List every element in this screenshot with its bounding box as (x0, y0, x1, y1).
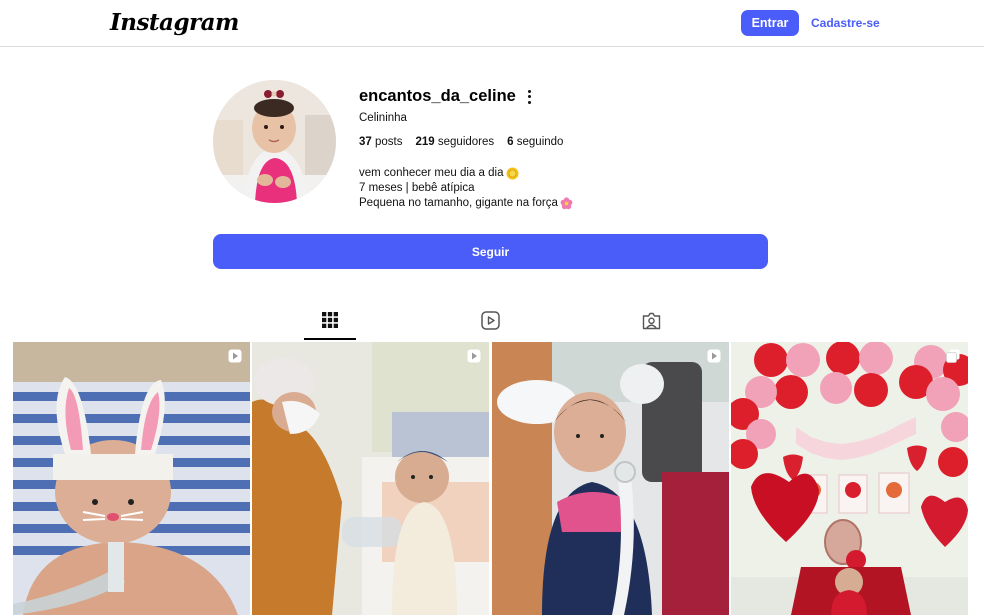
instagram-logo[interactable]: Instagram (110, 9, 239, 36)
reels-icon (480, 311, 500, 335)
tagged-icon (642, 311, 661, 335)
post-thumbnail-1[interactable] (13, 342, 250, 615)
tab-posts[interactable] (304, 306, 356, 340)
more-options-icon[interactable] (528, 89, 532, 104)
profile-avatar[interactable] (213, 80, 336, 203)
post-thumbnail-2[interactable] (252, 342, 489, 615)
post-thumbnail-3[interactable] (492, 342, 729, 615)
reel-badge-icon (467, 349, 481, 363)
grid-icon (322, 311, 338, 333)
tab-tagged[interactable] (625, 306, 677, 340)
following-stat[interactable]: 6 seguindo (507, 136, 563, 148)
top-navbar: Instagram Entrar Cadastre-se (0, 0, 984, 47)
followers-label: seguidores (437, 136, 495, 148)
bio-text-3: Pequena no tamanho, gigante na força (359, 197, 558, 209)
followers-stat[interactable]: 219 seguidores (416, 136, 495, 148)
posts-count: 37 (359, 136, 372, 148)
bio-line-2: 7 meses | bebê atípica (359, 182, 475, 194)
followers-count: 219 (415, 136, 435, 148)
follow-button[interactable]: Seguir (213, 234, 768, 269)
profile-bio: vem conhecer meu dia a dia 7 meses | beb… (359, 166, 573, 211)
carousel-badge-icon (946, 349, 960, 363)
reel-badge-icon (228, 349, 242, 363)
profile-username: encantos_da_celine (359, 87, 516, 105)
username-row: encantos_da_celine (359, 87, 532, 106)
following-count: 6 (507, 136, 514, 148)
profile-full-name: Celininha (359, 112, 407, 124)
following-label: seguindo (516, 136, 564, 148)
flower-icon (560, 197, 573, 210)
bio-text-1: vem conhecer meu dia a dia (359, 167, 504, 179)
profile-stats: 37 posts 219 seguidores 6 seguindo (359, 136, 576, 148)
bio-line-1: vem conhecer meu dia a dia (359, 166, 573, 181)
signup-link[interactable]: Cadastre-se (811, 16, 880, 30)
tab-reels[interactable] (464, 306, 516, 340)
login-button[interactable]: Entrar (741, 10, 799, 36)
posts-label: posts (375, 136, 403, 148)
post-thumbnail-4[interactable] (731, 342, 968, 615)
posts-stat: 37 posts (359, 136, 403, 148)
reel-badge-icon (707, 349, 721, 363)
bio-line-3: Pequena no tamanho, gigante na força (359, 196, 573, 211)
sun-icon (506, 167, 519, 180)
